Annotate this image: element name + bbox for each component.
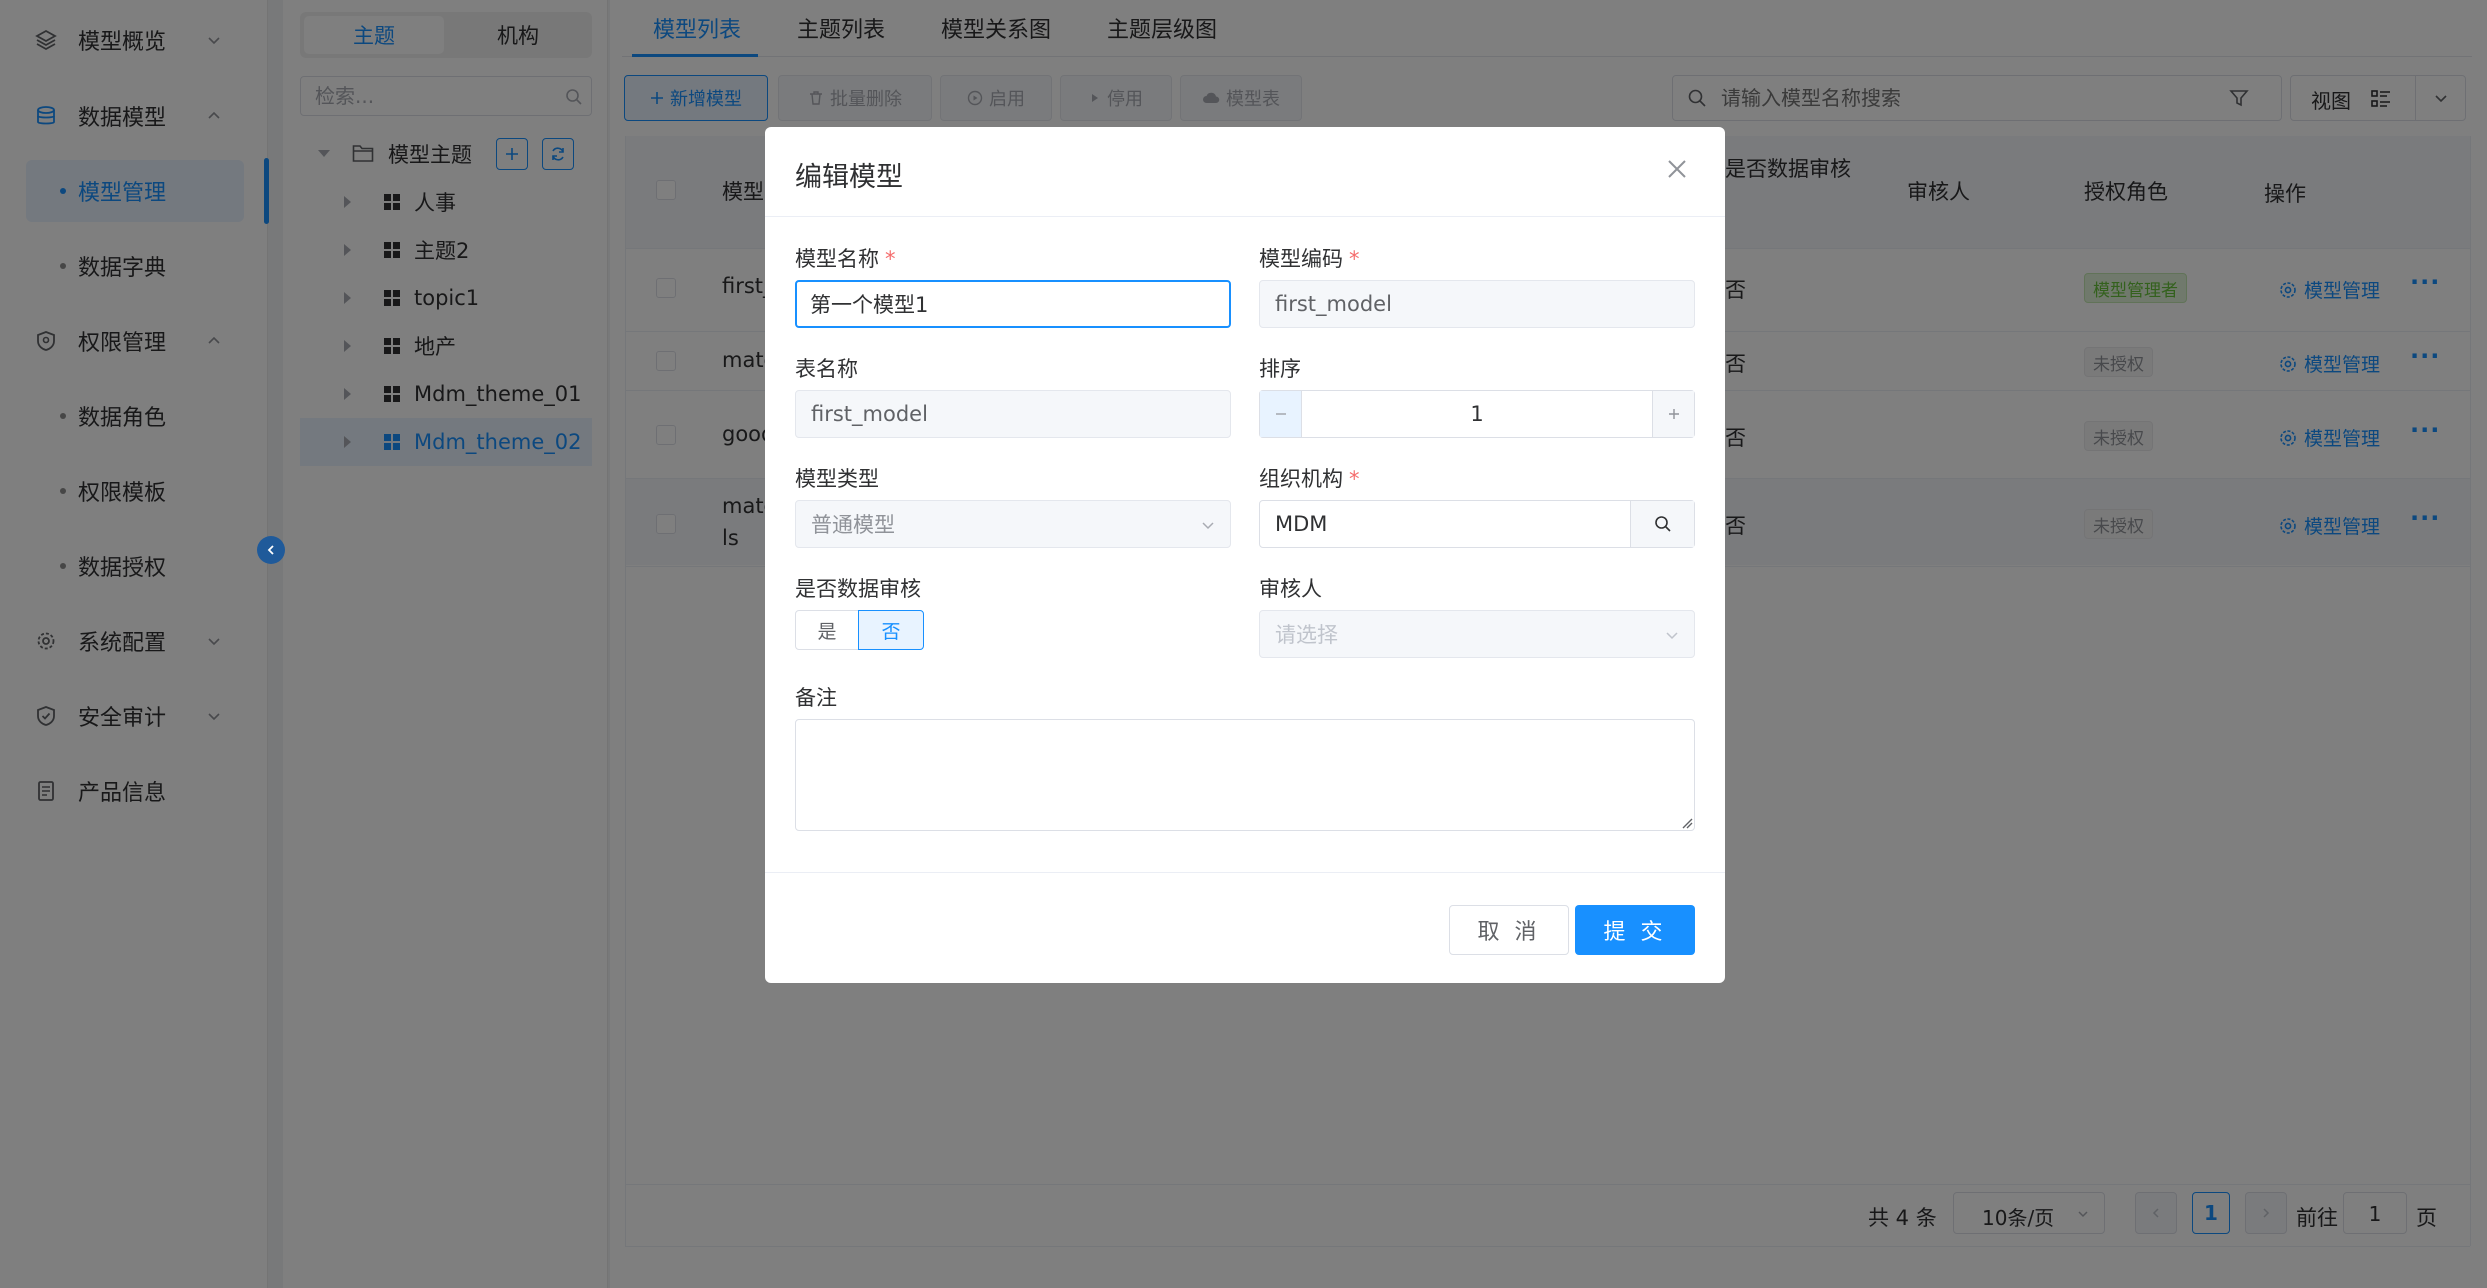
reviewer-label: 审核人: [1259, 577, 1322, 601]
org-label: 组织机构 *: [1259, 463, 1360, 493]
model-code-label-text: 模型编码: [1259, 247, 1343, 271]
edit-model-dialog: 编辑模型 模型名称* 模型编码* first_model 表名称 first_m…: [765, 127, 1725, 983]
dialog-footer-divider: [765, 872, 1725, 873]
data-audit-label: 是否数据审核: [795, 577, 921, 601]
remark-textarea[interactable]: [795, 719, 1695, 831]
model-name-input[interactable]: [810, 282, 1210, 326]
model-name-label: 模型名称 *: [795, 243, 896, 273]
org-field[interactable]: MDM: [1259, 500, 1695, 548]
model-name-field[interactable]: [795, 280, 1231, 328]
required-mark: *: [1349, 467, 1360, 491]
model-code-label: 模型编码 *: [1259, 243, 1360, 273]
cancel-button[interactable]: 取 消: [1449, 905, 1569, 955]
model-name-label-text: 模型名称: [795, 247, 879, 271]
increment-button[interactable]: [1652, 391, 1694, 437]
model-type-value: 普通模型: [811, 513, 895, 537]
chevron-left-icon: [267, 545, 274, 555]
close-icon[interactable]: [1665, 157, 1689, 181]
dialog-header-divider: [765, 216, 1725, 217]
minus-icon: [1275, 413, 1286, 415]
table-name-label: 表名称: [795, 357, 858, 381]
audit-option-yes[interactable]: 是: [795, 610, 859, 650]
chevron-down-icon: [1202, 522, 1214, 530]
reviewer-select: 请选择: [1259, 610, 1695, 658]
sidebar-collapse-button[interactable]: [257, 536, 285, 564]
table-name-value: first_model: [811, 402, 928, 426]
model-type-label: 模型类型: [795, 467, 879, 491]
chevron-down-icon: [1666, 632, 1678, 640]
reviewer-placeholder: 请选择: [1275, 623, 1338, 647]
required-mark: *: [1349, 247, 1360, 271]
dialog-title: 编辑模型: [795, 162, 903, 193]
sort-stepper[interactable]: 1: [1259, 390, 1695, 438]
model-code-value: first_model: [1275, 292, 1392, 316]
submit-button[interactable]: 提 交: [1575, 905, 1695, 955]
table-name-field: first_model: [795, 390, 1231, 438]
model-type-select: 普通模型: [795, 500, 1231, 548]
sort-label: 排序: [1259, 357, 1301, 381]
search-icon: [1654, 516, 1671, 532]
model-code-field: first_model: [1259, 280, 1695, 328]
decrement-button[interactable]: [1260, 391, 1302, 437]
plus-icon: [1668, 409, 1679, 419]
resize-handle-icon[interactable]: [1681, 817, 1693, 829]
required-mark: *: [885, 247, 896, 271]
remark-label: 备注: [795, 686, 837, 710]
org-label-text: 组织机构: [1259, 467, 1343, 491]
org-search-button[interactable]: [1630, 501, 1694, 547]
audit-option-no[interactable]: 否: [858, 610, 924, 650]
sort-value[interactable]: 1: [1302, 391, 1652, 437]
org-value: MDM: [1275, 512, 1328, 536]
